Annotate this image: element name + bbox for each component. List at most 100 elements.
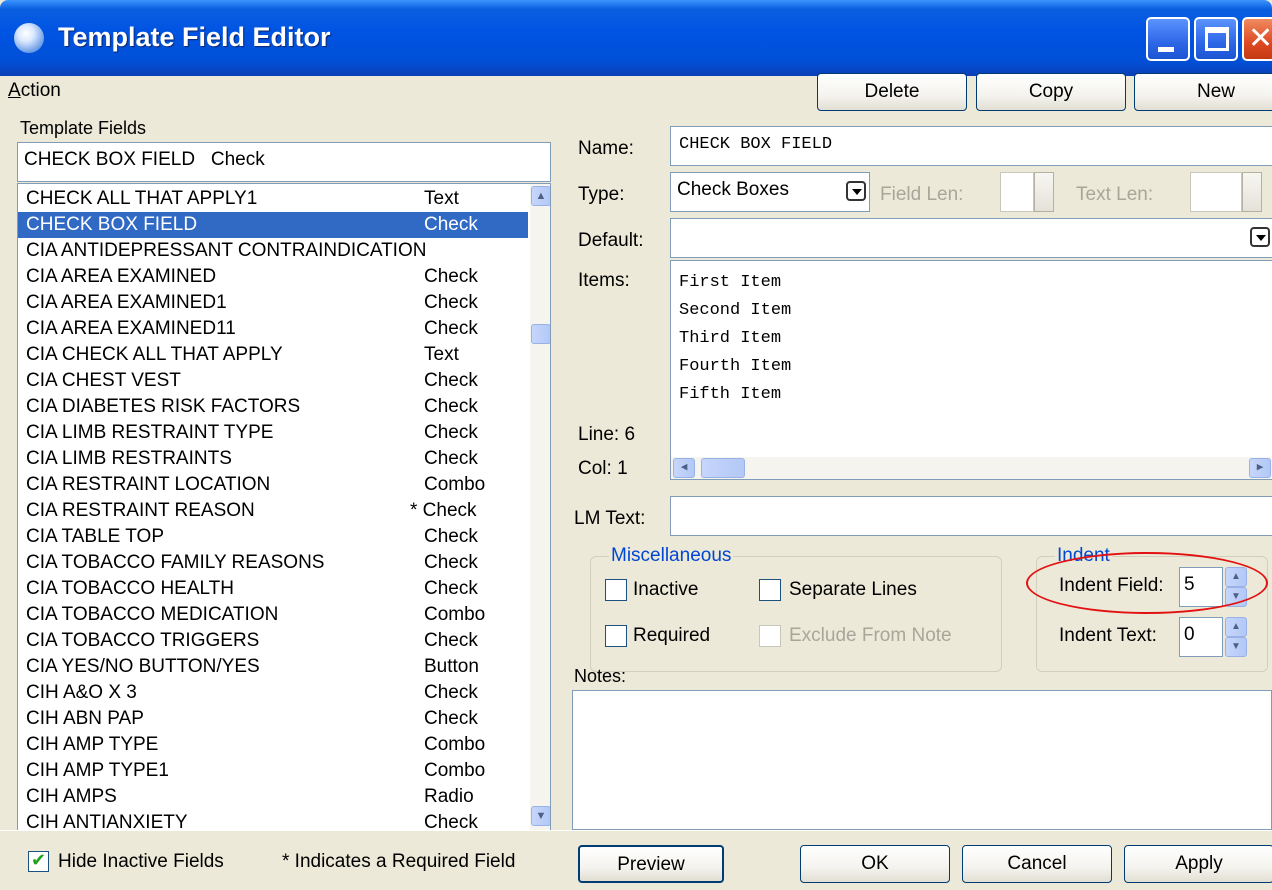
field-type: Combo — [424, 734, 486, 755]
field-name: CIA LIMB RESTRAINT TYPE — [26, 422, 274, 443]
field-name: CIA AREA EXAMINED — [26, 266, 217, 287]
list-item[interactable]: CIA DIABETES RISK FACTORS Check — [18, 394, 528, 420]
field-len-input — [1000, 172, 1034, 212]
field-type: Check — [424, 552, 478, 573]
lm-text-label: LM Text: — [574, 508, 646, 529]
scroll-thumb[interactable] — [531, 324, 550, 344]
scroll-down-icon[interactable]: ▼ — [531, 806, 550, 826]
field-name: CIA TOBACCO MEDICATION — [26, 604, 279, 625]
notes-textarea[interactable] — [572, 690, 1272, 830]
type-select[interactable]: Check Boxes — [670, 172, 870, 212]
minimize-button[interactable] — [1146, 17, 1190, 61]
list-item[interactable]: CIH A&O X 3 Check — [18, 680, 528, 706]
field-type: Check — [424, 708, 478, 729]
list-item[interactable]: CIA CHECK ALL THAT APPLY Text — [18, 342, 528, 368]
field-name: CIA AREA EXAMINED11 — [26, 318, 236, 339]
bottom-bar: ✔ Hide Inactive Fields * Indicates a Req… — [0, 830, 1272, 890]
list-item[interactable]: CIH AMP TYPE1 Combo — [18, 758, 528, 784]
title-bar[interactable]: Template Field Editor ✕ — [0, 0, 1272, 76]
field-name: CIA ANTIDEPRESSANT CONTRAINDICATION — [26, 240, 427, 261]
field-type: Check — [424, 812, 478, 831]
field-type: Text — [424, 188, 459, 209]
name-input[interactable]: CHECK BOX FIELD — [670, 126, 1272, 166]
hide-inactive-checkbox[interactable]: ✔ — [28, 850, 49, 872]
field-type: Check — [424, 682, 478, 703]
indent-text-spinner[interactable]: ▲ ▼ — [1225, 617, 1247, 657]
list-scrollbar[interactable]: ▲ ▼ — [530, 184, 550, 830]
app-icon — [14, 23, 44, 53]
list-item[interactable]: CIA TOBACCO MEDICATION Combo — [18, 602, 528, 628]
list-item[interactable]: CHECK ALL THAT APPLY1 Text — [18, 186, 528, 212]
field-name: CIH AMP TYPE — [26, 734, 159, 755]
list-item[interactable]: CHECK BOX FIELD Check — [18, 212, 528, 238]
list-item[interactable]: CIH ABN PAP Check — [18, 706, 528, 732]
template-fields-list[interactable]: CHECK ALL THAT APPLY1 Text CHECK BOX FIELD… — [17, 183, 551, 831]
lm-text-input[interactable] — [670, 496, 1272, 536]
list-item[interactable]: CIA TOBACCO FAMILY REASONS Check — [18, 550, 528, 576]
required-checkbox[interactable] — [605, 625, 627, 647]
maximize-button[interactable] — [1194, 17, 1238, 61]
field-name: CIA AREA EXAMINED1 — [26, 292, 227, 313]
list-item[interactable]: CIA AREA EXAMINED Check — [18, 264, 528, 290]
list-item[interactable]: CIA AREA EXAMINED1 Check — [18, 290, 528, 316]
list-item[interactable]: CIA TOBACCO HEALTH Check — [18, 576, 528, 602]
text-len-label: Text Len: — [1076, 184, 1154, 205]
items-textarea[interactable]: First Item Second Item Third Item Fourth It… — [670, 260, 1272, 480]
chevron-down-icon[interactable] — [1250, 227, 1270, 247]
inactive-checkbox[interactable] — [605, 579, 627, 601]
field-name: CIH AMP TYPE1 — [26, 760, 169, 781]
ok-button[interactable]: OK — [800, 845, 950, 883]
new-button[interactable]: New — [1134, 73, 1272, 111]
field-name: CIA CHEST VEST — [26, 370, 181, 391]
default-select[interactable] — [670, 218, 1272, 258]
items-label: Items: — [578, 270, 630, 291]
list-item[interactable]: CIA TABLE TOP Check — [18, 524, 528, 550]
default-label: Default: — [578, 230, 644, 251]
field-type: Check — [424, 448, 478, 469]
col-indicator: Col: 1 — [578, 458, 628, 479]
field-name: CIA CHECK ALL THAT APPLY — [26, 344, 283, 365]
separate-lines-checkbox[interactable] — [759, 579, 781, 601]
required-field-note: * Indicates a Required Field — [282, 851, 516, 872]
cancel-button[interactable]: Cancel — [962, 845, 1112, 883]
template-fields-label: Template Fields — [20, 118, 147, 138]
list-item[interactable]: CIA ANTIDEPRESSANT CONTRAINDICATION — [18, 238, 528, 264]
field-name: CHECK BOX FIELD — [26, 214, 198, 235]
highlight-annotation — [1026, 552, 1268, 614]
list-item[interactable]: CIA CHEST VEST Check — [18, 368, 528, 394]
scroll-up-icon[interactable]: ▲ — [531, 186, 550, 206]
scroll-left-icon[interactable]: ◀ — [673, 458, 695, 478]
scroll-right-icon[interactable]: ▶ — [1249, 458, 1271, 478]
list-item[interactable]: CIA YES/NO BUTTON/YES Button — [18, 654, 528, 680]
field-name: CIA YES/NO BUTTON/YES — [26, 656, 260, 677]
list-item[interactable]: CIH AMP TYPE Combo — [18, 732, 528, 758]
apply-button[interactable]: Apply — [1124, 845, 1272, 883]
field-properties-panel: Name: CHECK BOX FIELD Type: Check Boxes … — [568, 114, 1272, 830]
item-line: Second Item — [679, 301, 792, 320]
copy-button[interactable]: Copy — [976, 73, 1126, 111]
list-item[interactable]: CIA LIMB RESTRAINT TYPE Check — [18, 420, 528, 446]
menu-action[interactable]: Action — [8, 80, 61, 102]
preview-button[interactable]: Preview — [578, 845, 724, 883]
list-item[interactable]: CIA TOBACCO TRIGGERS Check — [18, 628, 528, 654]
list-item[interactable]: CIA RESTRAINT LOCATION Combo — [18, 472, 528, 498]
text-len-spinner — [1242, 172, 1262, 212]
list-item[interactable]: CIH ANTIANXIETY Check — [18, 810, 528, 831]
chevron-down-icon[interactable] — [846, 181, 866, 201]
list-item[interactable]: CIA AREA EXAMINED11 Check — [18, 316, 528, 342]
close-button[interactable]: ✕ — [1242, 17, 1272, 61]
required-label: Required — [633, 625, 711, 646]
field-type: Check — [424, 318, 478, 339]
items-hscrollbar[interactable]: ◀ ▶ — [671, 457, 1272, 479]
indent-text-input[interactable]: 0 — [1179, 617, 1223, 657]
exclude-from-note-checkbox — [759, 625, 781, 647]
list-item[interactable]: CIA LIMB RESTRAINTS Check — [18, 446, 528, 472]
close-icon: ✕ — [1248, 22, 1272, 55]
scroll-thumb[interactable] — [701, 458, 745, 478]
delete-button[interactable]: Delete — [817, 73, 967, 111]
list-item[interactable]: CIH AMPS Radio — [18, 784, 528, 810]
field-type: Check — [424, 630, 478, 651]
miscellaneous-group: Miscellaneous Inactive Separate Lines Re… — [590, 545, 1002, 672]
field-type: Check — [424, 578, 478, 599]
list-item[interactable]: CIA RESTRAINT REASON * Check — [18, 498, 528, 524]
